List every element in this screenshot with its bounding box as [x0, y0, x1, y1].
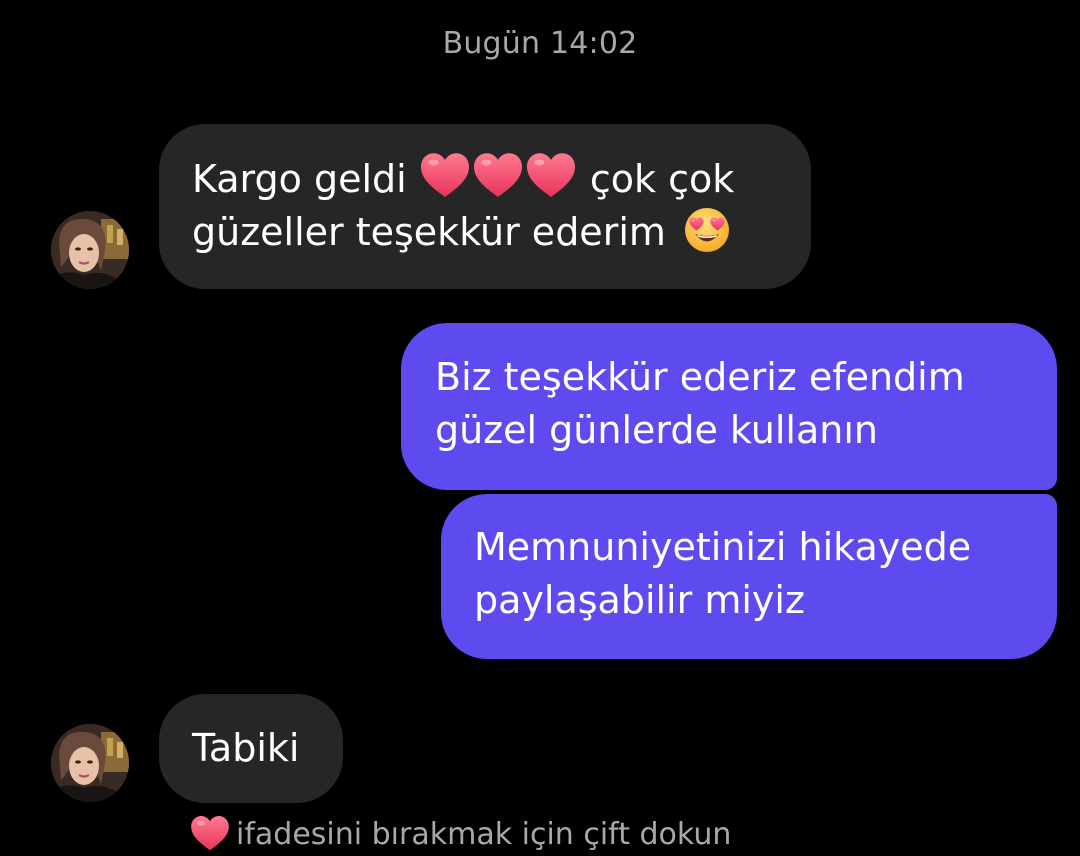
red-heart-icon — [419, 152, 471, 198]
heart-eyes-icon — [684, 208, 729, 252]
message-text: Kargo geldi — [192, 157, 407, 201]
message-bubble-incoming[interactable]: Tabiki — [159, 694, 343, 803]
message-text: güzel günlerde kullanın — [435, 408, 878, 452]
date-separator: Bugün 14:02 — [442, 26, 638, 61]
avatar-photo — [51, 211, 129, 289]
message-line: güzeller teşekkür ederim — [192, 206, 811, 259]
message-bubble-incoming[interactable]: Kargo geldi çok çok güzeller teşekkür ed… — [159, 124, 811, 289]
message-text: paylaşabilir miyiz — [474, 578, 805, 622]
red-heart-icon — [525, 152, 577, 198]
message-text: güzeller teşekkür ederim — [192, 210, 666, 254]
reaction-hint: ifadesini bırakmak için çift dokun — [190, 815, 731, 852]
message-text: çok çok — [589, 157, 735, 201]
sender-avatar[interactable] — [51, 211, 129, 289]
message-text: Memnuniyetinizi hikayede — [474, 525, 972, 569]
message-line: Kargo geldi çok çok — [192, 152, 811, 206]
message-bubble-outgoing[interactable]: Memnuniyetinizi hikayede paylaşabilir mi… — [441, 494, 1057, 659]
reaction-hint-text: ifadesini bırakmak için çift dokun — [236, 817, 732, 852]
message-text: Tabiki — [192, 726, 300, 770]
red-heart-icon — [190, 815, 230, 851]
message-text: Biz teşekkür ederiz efendim — [435, 355, 965, 399]
avatar-photo — [51, 724, 129, 802]
sender-avatar[interactable] — [51, 724, 129, 802]
message-bubble-outgoing[interactable]: Biz teşekkür ederiz efendim güzel günler… — [401, 323, 1057, 490]
red-heart-icon — [472, 152, 524, 198]
